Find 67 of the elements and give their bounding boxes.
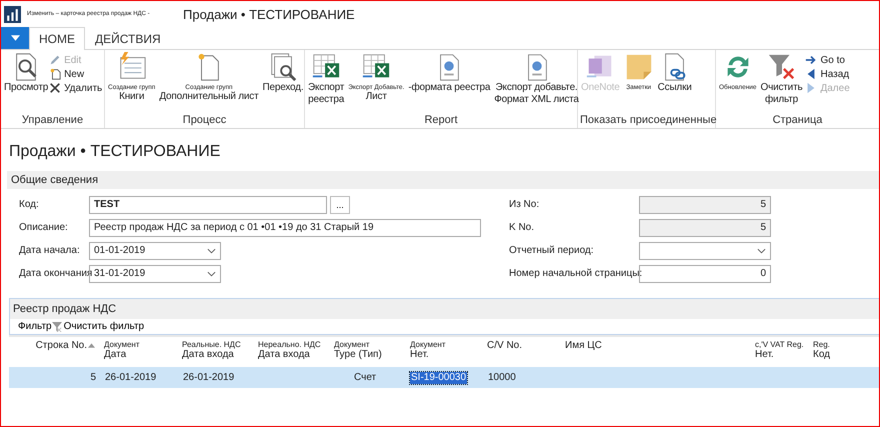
page-title: Продажи • ТЕСТИРОВАНИЕ	[9, 143, 222, 162]
ribbon-button[interactable]: Экспорт добавьте. Формат XML листа	[493, 52, 580, 114]
field-label: Код:	[19, 199, 40, 210]
window-title: Продажи • ТЕСТИРОВАНИЕ	[183, 6, 355, 22]
ribbon-button[interactable]: Назад	[805, 68, 850, 80]
column-header[interactable]: Документ Type (Тип)	[331, 340, 407, 365]
filter-clear-icon	[52, 322, 62, 332]
table-cell: 5	[89, 372, 97, 384]
column-header[interactable]: Имя ЦС	[562, 340, 752, 365]
ribbon-group-label: Процесс	[182, 114, 228, 128]
app-logo-icon	[4, 6, 21, 22]
column-header[interactable]: Документ Нет.	[407, 340, 484, 365]
sort-ascending-icon	[88, 343, 95, 348]
delete-icon	[49, 82, 62, 94]
column-header[interactable]: Реальные. НДС Дата входа	[179, 340, 255, 365]
column-header[interactable]: Документ Дата	[101, 340, 179, 365]
clear-filter-button[interactable]: Очистить фильтр	[64, 321, 144, 332]
field-label: Описание:	[19, 222, 69, 233]
column-header[interactable]: C/V No.	[484, 340, 562, 365]
date-dropdown[interactable]: 01-01-2019	[89, 242, 221, 260]
ribbon-button[interactable]: Очистить фильтр	[760, 52, 804, 114]
table-cell: SI-19-00030	[410, 372, 468, 384]
pencil-icon	[49, 54, 62, 66]
new-page-icon	[49, 68, 62, 80]
ribbon-button[interactable]: Go to	[805, 54, 850, 66]
ribbon-button[interactable]: Ссылки	[656, 52, 693, 114]
ribbon-button[interactable]: Переход.	[262, 52, 304, 114]
ribbon-group-label: Управление	[20, 114, 84, 128]
ribbon-tab[interactable]: HOME	[29, 27, 85, 50]
table-cell: 10000	[487, 372, 517, 384]
field-label: Дата начала:	[19, 245, 81, 256]
ribbon-button[interactable]: New	[49, 68, 102, 80]
field-label: K No.	[509, 222, 536, 233]
ribbon-tab[interactable]: ДЕЙСТВИЯ	[85, 27, 171, 49]
section-title: Общие сведения	[11, 174, 98, 186]
arrow-right-icon	[805, 54, 818, 66]
column-header[interactable]: Reg. Код	[810, 340, 879, 365]
table-cell: 26-01-2019	[104, 372, 158, 384]
triangle-left-icon	[805, 68, 818, 80]
menu-button[interactable]	[1, 27, 29, 49]
date-dropdown[interactable]: 31-01-2019	[89, 264, 221, 282]
input-field[interactable]: Реестр продаж НДС за период с 01 •01 •19 до 31 Старый 19	[89, 218, 481, 236]
column-header[interactable]: c,'V VAT Reg. Нет.	[752, 340, 810, 365]
ribbon-button[interactable]: Удалить	[49, 82, 102, 94]
field-label: Номер начальной страницы:	[509, 268, 639, 279]
table-row[interactable]: 5 26-01-2019 26-01-2019 Счет SI-19-00030 10000	[9, 367, 879, 388]
ribbon-group-label: Report	[423, 114, 459, 128]
ribbon-button[interactable]: -формата реестра	[407, 52, 492, 114]
chevron-down-icon	[207, 270, 216, 276]
column-header[interactable]: Строка No.	[9, 340, 101, 365]
ribbon-group-label: Страница	[772, 114, 824, 128]
field-label: Из No:	[509, 199, 540, 210]
ribbon-button[interactable]: Просмотр	[3, 52, 50, 114]
input-field[interactable]: TEST	[89, 196, 327, 214]
field-label: Отчетный период:	[509, 245, 595, 256]
ribbon-button[interactable]: Экспорт реестра	[307, 52, 346, 114]
table-cell: Счет	[353, 372, 378, 384]
filter-button[interactable]: Фильтр	[18, 321, 52, 332]
chevron-down-icon	[207, 248, 216, 254]
filter-clear-icon	[766, 52, 796, 82]
input-field[interactable]: 0	[639, 264, 771, 282]
caret-down-icon	[10, 35, 20, 41]
chevron-down-icon	[757, 248, 766, 254]
subpage-title: Реестр продаж НДС	[13, 303, 116, 315]
lookup-button[interactable]: ...	[330, 196, 350, 214]
table-cell: 26-01-2019	[182, 372, 236, 384]
column-header[interactable]: Нереально. НДС Дата входа	[255, 340, 331, 365]
